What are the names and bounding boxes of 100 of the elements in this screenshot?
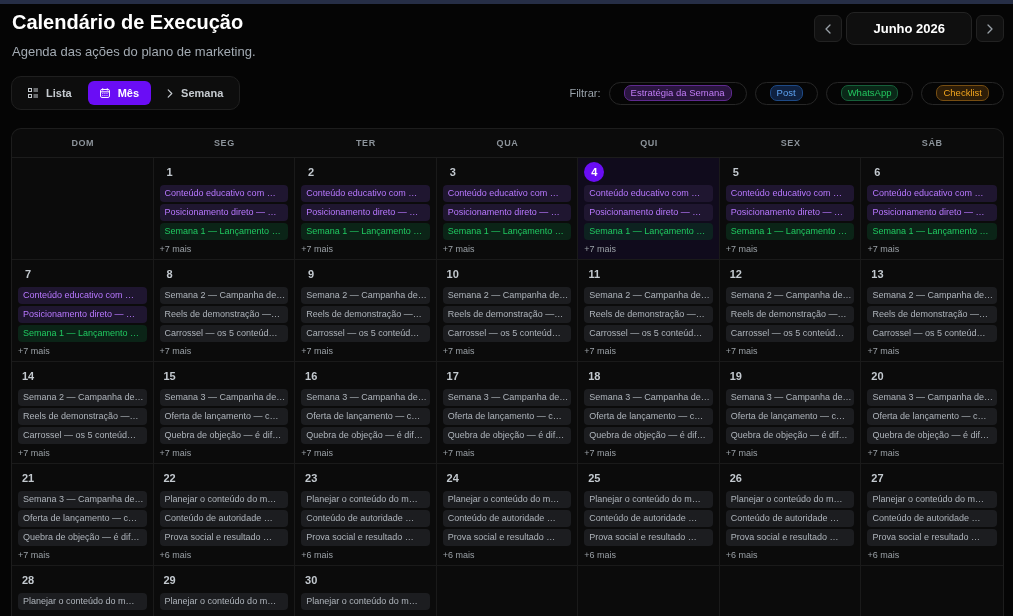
calendar-event[interactable]: Semana 2 — Campanha de…: [18, 389, 147, 406]
calendar-event[interactable]: Planejar o conteúdo do m…: [584, 491, 713, 508]
more-events-link[interactable]: +7 mais: [867, 243, 900, 255]
calendar-event[interactable]: Semana 1 — Lançamento …: [301, 223, 430, 240]
calendar-event[interactable]: Prova social e resultado …: [442, 529, 572, 546]
calendar-event[interactable]: Planejar o conteúdo do m…: [301, 491, 430, 508]
calendar-event[interactable]: Conteúdo de autoridade …: [867, 510, 997, 527]
calendar-event[interactable]: Reels de demonstração —…: [159, 306, 289, 323]
calendar-event[interactable]: Prova social e resultado …: [301, 529, 430, 546]
calendar-event[interactable]: Semana 3 — Campanha de…: [159, 389, 289, 406]
more-events-link[interactable]: +7 mais: [867, 447, 900, 459]
calendar-event[interactable]: Oferta de lançamento — c…: [18, 510, 147, 527]
calendar-event[interactable]: Conteúdo educativo com …: [867, 185, 997, 202]
view-tab[interactable]: Lista: [16, 81, 84, 105]
calendar-event[interactable]: Prova social e resultado …: [725, 529, 855, 546]
calendar-event[interactable]: Quebra de objeção — é dif…: [584, 427, 713, 444]
more-events-link[interactable]: +6 mais: [725, 549, 758, 561]
calendar-event[interactable]: Reels de demonstração —…: [301, 306, 430, 323]
calendar-event[interactable]: Reels de demonstração —…: [867, 306, 997, 323]
calendar-event[interactable]: Posicionamento direto — …: [584, 204, 713, 221]
calendar-event[interactable]: Quebra de objeção — é dif…: [301, 427, 430, 444]
calendar-event[interactable]: Posicionamento direto — …: [18, 306, 147, 323]
calendar-event[interactable]: Posicionamento direto — …: [867, 204, 997, 221]
more-events-link[interactable]: +7 mais: [584, 447, 617, 459]
calendar-event[interactable]: Carrossel — os 5 conteúd…: [159, 325, 289, 342]
calendar-event[interactable]: Posicionamento direto — …: [301, 204, 430, 221]
calendar-event[interactable]: Quebra de objeção — é dif…: [725, 427, 855, 444]
calendar-event[interactable]: Oferta de lançamento — c…: [442, 408, 572, 425]
calendar-event[interactable]: Planejar o conteúdo do m…: [18, 593, 147, 610]
calendar-event[interactable]: Conteúdo educativo com …: [159, 185, 289, 202]
calendar-event[interactable]: Prova social e resultado …: [159, 529, 289, 546]
calendar-event[interactable]: Oferta de lançamento — c…: [301, 408, 430, 425]
calendar-event[interactable]: Prova social e resultado …: [584, 529, 713, 546]
calendar-event[interactable]: Oferta de lançamento — c…: [867, 408, 997, 425]
more-events-link[interactable]: +7 mais: [584, 243, 617, 255]
more-events-link[interactable]: +6 mais: [159, 549, 192, 561]
calendar-event[interactable]: Carrossel — os 5 conteúd…: [442, 325, 572, 342]
more-events-link[interactable]: +7 mais: [301, 345, 333, 357]
calendar-event[interactable]: Carrossel — os 5 conteúd…: [867, 325, 997, 342]
more-events-link[interactable]: +6 mais: [584, 549, 617, 561]
more-events-link[interactable]: +7 mais: [725, 345, 758, 357]
calendar-event[interactable]: Conteúdo educativo com …: [584, 185, 713, 202]
calendar-event[interactable]: Planejar o conteúdo do m…: [301, 593, 430, 610]
calendar-event[interactable]: Semana 2 — Campanha de…: [159, 287, 289, 304]
more-events-link[interactable]: +7 mais: [159, 447, 192, 459]
next-month-button[interactable]: [976, 15, 1004, 42]
calendar-event[interactable]: Reels de demonstração —…: [442, 306, 572, 323]
calendar-event[interactable]: Carrossel — os 5 conteúd…: [584, 325, 713, 342]
calendar-event[interactable]: Semana 2 — Campanha de…: [442, 287, 572, 304]
calendar-event[interactable]: Carrossel — os 5 conteúd…: [301, 325, 430, 342]
calendar-event[interactable]: Semana 3 — Campanha de…: [18, 491, 147, 508]
calendar-event[interactable]: Posicionamento direto — …: [159, 204, 289, 221]
calendar-event[interactable]: Semana 2 — Campanha de…: [725, 287, 855, 304]
calendar-event[interactable]: Conteúdo educativo com …: [725, 185, 855, 202]
calendar-event[interactable]: Posicionamento direto — …: [442, 204, 572, 221]
more-events-link[interactable]: +7 mais: [159, 243, 192, 255]
calendar-event[interactable]: Quebra de objeção — é dif…: [867, 427, 997, 444]
more-events-link[interactable]: +7 mais: [867, 345, 900, 357]
calendar-event[interactable]: Semana 3 — Campanha de…: [584, 389, 713, 406]
more-events-link[interactable]: +7 mais: [159, 345, 192, 357]
more-events-link[interactable]: +7 mais: [584, 345, 617, 357]
calendar-event[interactable]: Quebra de objeção — é dif…: [18, 529, 147, 546]
more-events-link[interactable]: +7 mais: [18, 447, 50, 459]
calendar-event[interactable]: Carrossel — os 5 conteúd…: [18, 427, 147, 444]
calendar-event[interactable]: Semana 2 — Campanha de…: [867, 287, 997, 304]
calendar-event[interactable]: Conteúdo de autoridade …: [159, 510, 289, 527]
calendar-event[interactable]: Oferta de lançamento — c…: [725, 408, 855, 425]
view-tab[interactable]: Semana: [155, 81, 236, 105]
calendar-event[interactable]: Semana 1 — Lançamento …: [725, 223, 855, 240]
calendar-event[interactable]: Conteúdo educativo com …: [18, 287, 147, 304]
calendar-event[interactable]: Oferta de lançamento — c…: [159, 408, 289, 425]
calendar-event[interactable]: Conteúdo de autoridade …: [584, 510, 713, 527]
calendar-event[interactable]: Posicionamento direto — …: [725, 204, 855, 221]
calendar-event[interactable]: Conteúdo educativo com …: [301, 185, 430, 202]
calendar-event[interactable]: Planejar o conteúdo do m…: [159, 491, 289, 508]
more-events-link[interactable]: +7 mais: [442, 345, 475, 357]
calendar-event[interactable]: Semana 1 — Lançamento …: [867, 223, 997, 240]
calendar-event[interactable]: Semana 1 — Lançamento …: [584, 223, 713, 240]
calendar-event[interactable]: Conteúdo de autoridade …: [301, 510, 430, 527]
more-events-link[interactable]: +7 mais: [301, 243, 333, 255]
more-events-link[interactable]: +7 mais: [18, 549, 50, 561]
calendar-event[interactable]: Quebra de objeção — é dif…: [442, 427, 572, 444]
calendar-event[interactable]: Conteúdo de autoridade …: [442, 510, 572, 527]
calendar-event[interactable]: Semana 2 — Campanha de…: [584, 287, 713, 304]
calendar-event[interactable]: Conteúdo de autoridade …: [725, 510, 855, 527]
calendar-event[interactable]: Semana 3 — Campanha de…: [867, 389, 997, 406]
more-events-link[interactable]: +6 mais: [867, 549, 900, 561]
more-events-link[interactable]: +7 mais: [442, 243, 475, 255]
calendar-event[interactable]: Conteúdo educativo com …: [442, 185, 572, 202]
calendar-event[interactable]: Semana 3 — Campanha de…: [301, 389, 430, 406]
more-events-link[interactable]: +7 mais: [301, 447, 333, 459]
view-tab[interactable]: Mês: [87, 81, 152, 105]
more-events-link[interactable]: +6 mais: [301, 549, 333, 561]
calendar-event[interactable]: Planejar o conteúdo do m…: [867, 491, 997, 508]
calendar-event[interactable]: Semana 3 — Campanha de…: [442, 389, 572, 406]
calendar-event[interactable]: Planejar o conteúdo do m…: [442, 491, 572, 508]
calendar-event[interactable]: Semana 1 — Lançamento …: [159, 223, 289, 240]
calendar-event[interactable]: Semana 3 — Campanha de…: [725, 389, 855, 406]
calendar-event[interactable]: Planejar o conteúdo do m…: [159, 593, 289, 610]
calendar-event[interactable]: Carrossel — os 5 conteúd…: [725, 325, 855, 342]
